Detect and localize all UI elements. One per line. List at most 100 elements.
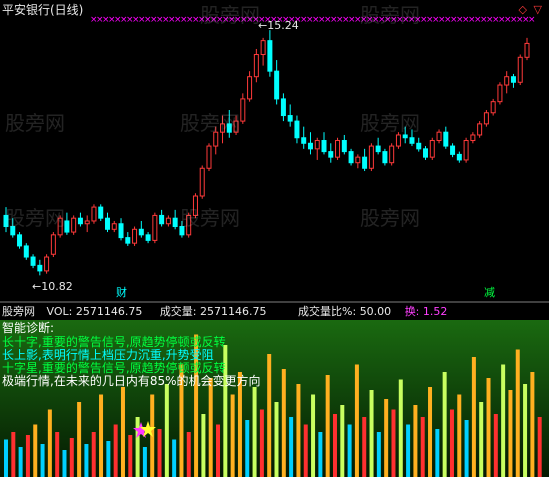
diamond-close-icon[interactable]: ◇ (519, 4, 527, 15)
volume-bar[interactable] (91, 432, 96, 477)
volume-bar[interactable] (186, 432, 191, 477)
volume-bar[interactable] (347, 424, 352, 477)
volume-bar[interactable] (340, 405, 345, 477)
candle[interactable] (490, 98, 496, 116)
candle[interactable] (416, 137, 422, 152)
candle[interactable] (450, 143, 456, 158)
volume-bar[interactable] (172, 439, 177, 477)
candle[interactable] (152, 212, 158, 244)
volume-bar[interactable] (135, 417, 140, 477)
candle[interactable] (280, 93, 286, 122)
candle[interactable] (470, 132, 476, 144)
volume-bar[interactable] (252, 387, 257, 477)
volume-bar[interactable] (230, 394, 235, 477)
volume-bar[interactable] (77, 402, 82, 477)
volume-bar[interactable] (413, 405, 418, 477)
candle[interactable] (91, 204, 97, 224)
candle[interactable] (111, 220, 117, 233)
candle[interactable] (517, 54, 523, 86)
volume-bar[interactable] (55, 432, 60, 477)
candle[interactable] (382, 148, 388, 166)
volume-bar[interactable] (216, 424, 221, 477)
volume-bar[interactable] (281, 369, 286, 477)
volume-bar[interactable] (62, 450, 67, 477)
candle[interactable] (504, 71, 510, 94)
candle[interactable] (37, 259, 43, 276)
candle[interactable] (172, 209, 178, 230)
volume-bar[interactable] (420, 417, 425, 477)
candle[interactable] (463, 137, 469, 163)
triangle-restore-icon[interactable]: ▽ (534, 4, 542, 15)
candle[interactable] (104, 212, 110, 233)
candle[interactable] (118, 218, 124, 241)
candle[interactable] (307, 132, 313, 155)
volume-bar[interactable] (508, 390, 513, 477)
volume-bar[interactable] (523, 384, 528, 477)
volume-bar[interactable] (442, 372, 447, 477)
candle[interactable] (375, 137, 381, 155)
candle[interactable] (199, 165, 205, 199)
volume-bar[interactable] (354, 364, 359, 477)
candle[interactable] (159, 209, 165, 227)
candle[interactable] (98, 204, 104, 221)
volume-bar[interactable] (318, 432, 323, 477)
volume-bar[interactable] (113, 424, 118, 477)
volume-bar[interactable] (369, 390, 374, 477)
volume-bar[interactable] (164, 384, 169, 477)
volume-bar[interactable] (11, 432, 16, 477)
candle[interactable] (423, 146, 429, 160)
volume-bar[interactable] (40, 444, 45, 477)
candle[interactable] (240, 93, 246, 124)
volume-bar[interactable] (208, 378, 213, 477)
candle[interactable] (260, 37, 266, 66)
candle[interactable] (64, 212, 70, 235)
candle[interactable] (389, 143, 395, 166)
volume-bar[interactable] (47, 409, 52, 477)
volume-bar[interactable] (303, 424, 308, 477)
candle[interactable] (436, 129, 442, 144)
volume-bar[interactable] (362, 417, 367, 477)
candle[interactable] (510, 73, 516, 88)
marker-cai[interactable]: 财 (116, 287, 127, 298)
candle[interactable] (524, 37, 530, 61)
volume-bar[interactable] (449, 409, 454, 477)
candle[interactable] (368, 143, 374, 172)
volume-bar[interactable] (259, 409, 264, 477)
candle[interactable] (341, 134, 347, 155)
candle[interactable] (30, 254, 36, 269)
candle[interactable] (253, 48, 259, 83)
candle[interactable] (328, 143, 334, 163)
volume-bar[interactable] (325, 375, 330, 477)
candle[interactable] (206, 143, 212, 172)
candle[interactable] (429, 137, 435, 160)
candle[interactable] (294, 115, 300, 144)
candle[interactable] (267, 30, 273, 77)
candle[interactable] (145, 232, 151, 244)
volume-bar[interactable] (530, 372, 535, 477)
volume-bar[interactable] (106, 441, 111, 477)
volume-bar[interactable] (471, 357, 476, 477)
volume-bar[interactable] (157, 429, 162, 477)
volume-bar[interactable] (428, 387, 433, 477)
candle[interactable] (355, 154, 361, 169)
candle[interactable] (84, 215, 90, 233)
volume-bar[interactable] (435, 429, 440, 477)
volume-bar[interactable] (406, 424, 411, 477)
volume-bar[interactable] (18, 447, 23, 477)
candle[interactable] (477, 121, 483, 138)
volume-bar[interactable] (4, 439, 8, 477)
volume-bar[interactable] (391, 409, 396, 477)
candle[interactable] (44, 254, 50, 274)
volume-bar[interactable] (493, 414, 498, 477)
volume-bar[interactable] (332, 414, 337, 477)
marker-jian[interactable]: 减 (484, 287, 495, 298)
candle[interactable] (165, 215, 171, 227)
candle[interactable] (138, 220, 144, 238)
volume-bar[interactable] (376, 432, 381, 477)
volume-bar[interactable] (274, 402, 279, 477)
candle[interactable] (77, 212, 83, 227)
candle[interactable] (456, 151, 462, 163)
candle[interactable] (287, 104, 293, 127)
volume-bar[interactable] (25, 435, 30, 477)
candle[interactable] (483, 110, 489, 127)
